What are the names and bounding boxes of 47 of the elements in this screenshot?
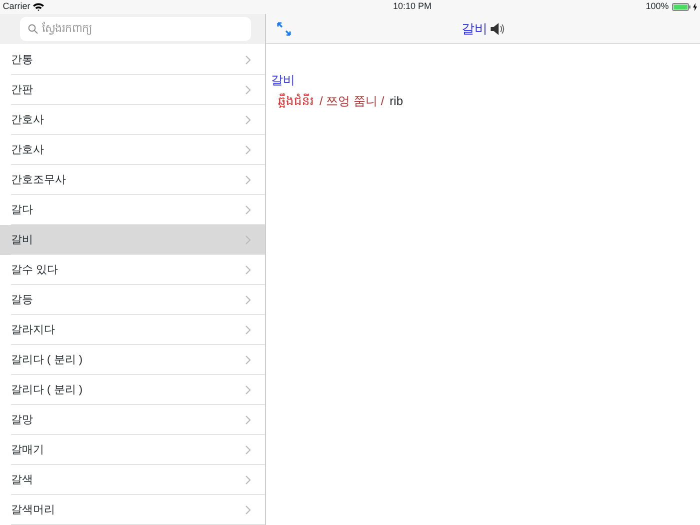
chevron-icon (245, 145, 251, 155)
word-list-item[interactable]: 간통 (0, 45, 265, 75)
chevron-icon (245, 295, 251, 305)
chevron-icon (245, 85, 251, 95)
english-meaning: rib (390, 92, 404, 110)
word-list-item[interactable]: 갈라지다 (0, 315, 265, 345)
chevron-icon (245, 325, 251, 335)
word-list-item[interactable]: 갈색머리 (0, 495, 265, 525)
khmer-translation: ឆ្អឹងជំនីរ (278, 92, 314, 110)
word-list-item[interactable]: 갈리다 ( 분리 ) (0, 375, 265, 405)
charging-icon (693, 3, 698, 11)
word-list-item[interactable]: 갈망 (0, 405, 265, 435)
chevron-icon (245, 505, 251, 515)
carrier-label: Carrier (2, 0, 30, 14)
search-icon (28, 24, 38, 34)
nav-title: 갈비 (462, 20, 488, 38)
word-list-item[interactable]: 갈색 (0, 465, 265, 495)
chevron-icon (245, 115, 251, 125)
expand-icon[interactable] (277, 22, 291, 36)
chevron-icon (245, 205, 251, 215)
word-list-item[interactable]: 갈등 (0, 285, 265, 315)
word-list-item[interactable]: 갈매기 (0, 435, 265, 465)
chevron-icon (245, 265, 251, 275)
chevron-icon (245, 385, 251, 395)
chevron-icon (245, 175, 251, 185)
chevron-icon (245, 445, 251, 455)
battery-icon (672, 3, 690, 11)
speaker-icon[interactable] (490, 22, 504, 34)
word-list-item[interactable]: 갈수 있다 (0, 255, 265, 285)
chevron-icon (245, 55, 251, 65)
word-list-item[interactable]: 간호조무사 (0, 165, 265, 195)
word-list-item[interactable]: 갈리다 ( 분리 ) (0, 345, 265, 375)
headword: 갈비 (271, 72, 296, 89)
chevron-icon (245, 355, 251, 365)
search-field[interactable]: ស្វែងរកពាក្យ (20, 17, 251, 41)
chevron-icon (245, 415, 251, 425)
word-list-item[interactable]: 갈비 (0, 225, 265, 255)
clock: 10:10 PM (392, 0, 432, 14)
word-list-item[interactable]: 간호사 (0, 135, 265, 165)
chevron-icon (245, 235, 251, 245)
chevron-icon (245, 475, 251, 485)
word-list-item[interactable]: 갈다 (0, 195, 265, 225)
battery-percent: 100% (646, 0, 669, 14)
word-list-item[interactable]: 간호사 (0, 105, 265, 135)
word-list-item[interactable]: 간판 (0, 75, 265, 105)
wifi-icon (33, 3, 44, 11)
pronunciation: / 쯔엉 쭘니 / (320, 92, 384, 110)
